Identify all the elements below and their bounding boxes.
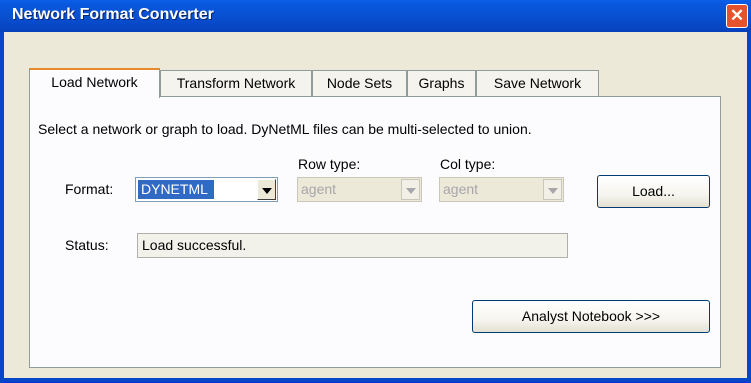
load-button[interactable]: Load... xyxy=(597,175,710,208)
status-field: Load successful. xyxy=(137,233,568,258)
row-type-dropdown[interactable]: agent xyxy=(297,177,422,202)
format-dropdown-button[interactable] xyxy=(257,179,276,200)
row-type-label: Row type: xyxy=(298,156,361,172)
tab-transform-network[interactable]: Transform Network xyxy=(160,70,312,96)
title-bar[interactable]: Network Format Converter ✕ xyxy=(0,0,751,32)
col-type-dropdown[interactable]: agent xyxy=(439,177,564,202)
tab-node-sets[interactable]: Node Sets xyxy=(312,70,407,96)
chevron-down-icon xyxy=(406,188,416,194)
chevron-down-icon xyxy=(262,188,272,194)
analyst-notebook-button[interactable]: Analyst Notebook >>> xyxy=(472,300,710,333)
format-dropdown[interactable]: DYNETML xyxy=(135,177,278,202)
window-frame-left xyxy=(0,32,4,383)
close-icon: ✕ xyxy=(729,6,745,25)
window-frame-bottom xyxy=(0,378,751,382)
window-frame-right xyxy=(747,32,751,383)
format-selected-value: DYNETML xyxy=(138,180,214,199)
tab-save-network[interactable]: Save Network xyxy=(476,70,599,96)
row-type-dropdown-button[interactable] xyxy=(401,179,420,200)
chevron-down-icon xyxy=(548,188,558,194)
row-type-value: agent xyxy=(301,181,337,197)
col-type-dropdown-button[interactable] xyxy=(543,179,562,200)
tab-load-network[interactable]: Load Network xyxy=(29,68,160,98)
dialog-window: Network Format Converter ✕ Load Network … xyxy=(0,0,751,383)
close-button[interactable]: ✕ xyxy=(726,4,748,28)
tab-graphs[interactable]: Graphs xyxy=(407,70,476,96)
format-label: Format: xyxy=(65,181,114,197)
instruction-text: Select a network or graph to load. DyNet… xyxy=(38,121,532,137)
col-type-label: Col type: xyxy=(440,156,496,172)
window-title: Network Format Converter xyxy=(12,6,214,23)
col-type-value: agent xyxy=(443,181,479,197)
status-value: Load successful. xyxy=(142,237,247,253)
status-label: Status: xyxy=(65,237,109,253)
